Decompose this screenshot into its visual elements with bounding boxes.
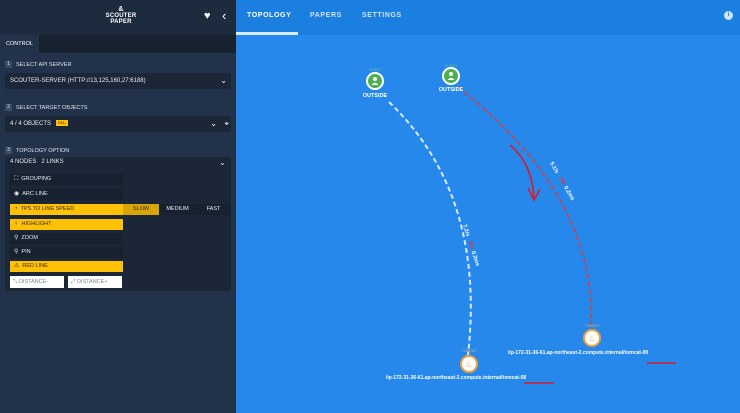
node-client2-label: OUTSIDE — [439, 87, 464, 93]
node-tomcat08-label: /ip-172-31-36-61.ap-northeast-2.compute.… — [386, 375, 527, 381]
red-line-button[interactable]: ⚠ RED LINE — [10, 261, 123, 272]
all-badge: ALL — [55, 120, 68, 126]
section-number: 1 — [5, 61, 12, 68]
section-topology-option-title: 3 TOPOLOGY OPTION — [5, 147, 69, 154]
node-tomcat09[interactable]: TOMCAT ♨ /ip-172-31-36-61.ap-northeast-2… — [508, 324, 676, 364]
distance-plus-button[interactable]: ⤢ DISTANCE+ — [68, 276, 122, 288]
pin-label: PIN — [21, 249, 31, 255]
pin-button[interactable]: ⚲ PIN — [10, 247, 123, 258]
link1-err: 0% — [467, 241, 475, 251]
link2-label: 5.1/s 0% 0.2ms — [548, 161, 575, 202]
highlight-button[interactable]: ♀ HIGHLIGHT — [10, 219, 123, 230]
node-tomcat08-tag: TOMCAT — [462, 349, 477, 353]
tab-control[interactable]: CONTROL — [0, 35, 39, 53]
topology-summary[interactable]: 4 NODES 2 LINKS ⌄ — [10, 158, 226, 167]
section-title-text: SELECT TARGET OBJECTS — [16, 104, 88, 111]
section-number: 3 — [5, 147, 12, 154]
warning-icon: ⚠ — [14, 263, 20, 269]
section-title-text: SELECT API SERVER — [16, 61, 72, 68]
node-tomcat09-tag: TOMCAT — [585, 324, 600, 328]
tps-line-speed-label: TPS TO LINE SPEED — [20, 206, 75, 212]
topology-graph[interactable]: 7.2/s 0% 0.2ms 5.1/s 0% 0.2ms CLIENT OUT… — [236, 35, 740, 413]
highlight-label: HIGHLIGHT — [21, 221, 52, 227]
section-number: 2 — [5, 104, 12, 111]
search-icon: ⚲ — [14, 235, 19, 241]
logo-text-paper: PAPER — [110, 19, 132, 25]
chevron-left-icon[interactable]: ‹ — [222, 9, 226, 22]
grouping-button[interactable]: ⛶ GROUPING — [10, 174, 123, 185]
section-target-objects-title: 2 SELECT TARGET OBJECTS — [5, 104, 87, 111]
node-link-count: 4 NODES 2 LINKS — [10, 159, 64, 165]
section-api-server-title: 1 SELECT API SERVER — [5, 61, 71, 68]
user-icon — [373, 77, 377, 81]
java-icon: ♨ — [465, 360, 472, 369]
user-icon — [449, 72, 453, 76]
speed-fast-button[interactable]: FAST — [196, 204, 231, 215]
control-tab-row: CONTROL — [0, 35, 236, 53]
locate-icon[interactable]: ⌖ — [224, 116, 229, 132]
node-client1-tag: CLIENT — [369, 68, 382, 72]
tab-papers[interactable]: PAPERS — [310, 12, 342, 19]
topology-canvas[interactable]: 7.2/s 0% 0.2ms 5.1/s 0% 0.2ms CLIENT OUT… — [236, 35, 740, 413]
info-icon[interactable]: i — [724, 11, 733, 20]
tab-topology[interactable]: TOPOLOGY — [247, 12, 291, 19]
distance-minus-button[interactable]: ⤡ DISTANCE- — [10, 276, 64, 288]
scouter-paper-logo[interactable]: & SCOUTER PAPER — [104, 6, 138, 25]
link2-tps: 5.1/s — [548, 161, 559, 175]
annotation-arrow — [509, 144, 535, 199]
chevron-down-icon: ⌄ — [220, 76, 227, 85]
link-client1-tomcat08[interactable] — [388, 101, 472, 356]
lightbulb-icon: ♀ — [14, 221, 19, 227]
zoom-label: ZOOM — [21, 235, 38, 241]
arc-line-button[interactable]: ◉ ARC LINE — [10, 189, 123, 200]
tps-line-speed-button[interactable]: ◔ TPS TO LINE SPEED — [10, 204, 123, 215]
target-objects-select[interactable]: 4 / 4 OBJECTS ALL ⌄ ⌖ — [5, 116, 231, 132]
arc-line-icon: ◉ — [14, 191, 20, 197]
zoom-button[interactable]: ⚲ ZOOM — [10, 233, 123, 244]
node-client1[interactable]: CLIENT OUTSIDE — [363, 68, 388, 99]
link-client2-tomcat09[interactable] — [457, 86, 592, 326]
speed-medium-button[interactable]: MEDIUM — [159, 204, 196, 215]
api-server-value: SCOUTER-SERVER (HTTP://13,125,160,27:618… — [10, 78, 146, 84]
pin-icon: ⚲ — [14, 249, 19, 255]
section-title-text: TOPOLOGY OPTION — [16, 147, 70, 154]
control-panel: & SCOUTER PAPER ♥ ‹ CONTROL 1 SELECT API… — [0, 0, 236, 413]
api-server-select[interactable]: SCOUTER-SERVER (HTTP://13,125,160,27:618… — [5, 73, 231, 89]
link1-time: 0.2ms — [470, 250, 481, 267]
tab-settings[interactable]: SETTINGS — [362, 12, 402, 19]
node-client1-label: OUTSIDE — [363, 93, 388, 99]
java-icon: ♨ — [588, 334, 595, 343]
distance-plus-label: DISTANCE+ — [76, 279, 108, 285]
link2-err: 0% — [557, 177, 566, 187]
topology-option-box: 4 NODES 2 LINKS ⌄ ⛶ GROUPING ◉ ARC LINE ◔ T… — [5, 157, 231, 291]
chevron-down-icon: ⌄ — [219, 158, 226, 167]
link1-label: 7.2/s 0% 0.2ms — [461, 224, 480, 267]
logo-mark: & — [118, 6, 124, 13]
arc-line-label: ARC LINE — [22, 191, 48, 197]
heart-icon[interactable]: ♥ — [204, 10, 211, 22]
chevron-down-icon: ⌄ — [210, 119, 217, 128]
grouping-label: GROUPING — [21, 176, 52, 182]
node-tomcat09-label: /ip-172-31-36-61.ap-northeast-2.compute.… — [508, 350, 649, 356]
speed-slow-button[interactable]: SLOW — [123, 204, 159, 215]
logo-bar: & SCOUTER PAPER ♥ ‹ — [0, 0, 236, 35]
target-objects-value: 4 / 4 OBJECTS — [10, 121, 52, 127]
speed-icon: ◔ — [14, 206, 18, 212]
node-client2[interactable]: CLIENT OUTSIDE — [439, 64, 464, 93]
red-line-label: RED LINE — [22, 263, 48, 269]
link2-time: 0.2ms — [562, 185, 575, 202]
grouping-icon: ⛶ — [14, 176, 19, 182]
compress-icon: ⤡ — [13, 279, 18, 285]
distance-minus-label: DISTANCE- — [18, 279, 49, 285]
expand-icon: ⤢ — [71, 279, 76, 285]
